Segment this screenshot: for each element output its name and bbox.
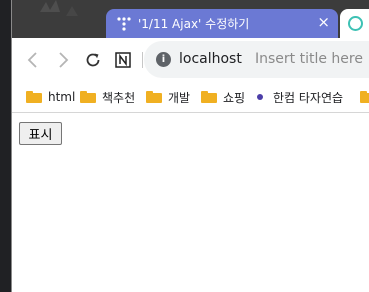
bookmark-dev[interactable]: 개발 — [146, 88, 190, 106]
toolbar-separator — [142, 52, 143, 68]
reload-icon — [86, 53, 100, 67]
bookmark-label: html — [48, 90, 76, 104]
trello-dots-icon — [117, 17, 131, 31]
bookmark-label: 한컴 타자연습 — [273, 90, 344, 105]
back-button[interactable] — [22, 49, 44, 71]
folder-icon — [146, 91, 162, 103]
show-button[interactable]: 표시 — [19, 122, 62, 145]
bookmark-label: 개발 — [168, 90, 191, 105]
bookmark-label: 쇼핑 — [223, 90, 246, 105]
page-title-placeholder: Insert title here — [255, 51, 363, 67]
dot-icon — [257, 94, 263, 100]
chevron-right-icon — [59, 52, 69, 68]
forward-button[interactable] — [52, 49, 74, 71]
folder-icon — [201, 91, 217, 103]
folder-icon — [360, 91, 369, 103]
tab-active[interactable]: '1/11 Ajax' 수정하기 × — [106, 9, 338, 38]
address-bar[interactable]: i localhost Insert title here — [144, 41, 369, 78]
bookmark-label: 책추천 — [102, 90, 136, 105]
folder-icon — [80, 91, 96, 103]
bookmark-books[interactable]: 책추천 — [80, 88, 135, 106]
bookmark-more[interactable] — [360, 88, 369, 106]
chevron-left-icon — [27, 52, 37, 68]
tab-secondary[interactable] — [340, 9, 369, 38]
toolbar: i localhost Insert title here — [12, 38, 369, 81]
reload-button[interactable] — [82, 49, 104, 71]
notion-icon — [115, 52, 131, 68]
close-icon[interactable]: × — [317, 13, 330, 31]
folder-icon — [26, 91, 42, 103]
bookmark-typing[interactable]: 한컴 타자연습 — [252, 88, 343, 106]
tab-title: '1/11 Ajax' 수정하기 — [138, 17, 250, 31]
tab-strip: '1/11 Ajax' 수정하기 × — [12, 0, 369, 38]
bookmark-html[interactable]: html — [26, 88, 75, 106]
theme-artwork — [40, 0, 78, 16]
loading-ring-icon — [348, 16, 363, 31]
bookmarks-bar: html 책추천 개발 쇼핑 한컴 타자연습 — [12, 81, 369, 113]
address-host: localhost — [179, 51, 242, 67]
notion-extension-button[interactable] — [112, 49, 134, 71]
bookmark-shopping[interactable]: 쇼핑 — [201, 88, 245, 106]
info-icon[interactable]: i — [156, 52, 171, 67]
